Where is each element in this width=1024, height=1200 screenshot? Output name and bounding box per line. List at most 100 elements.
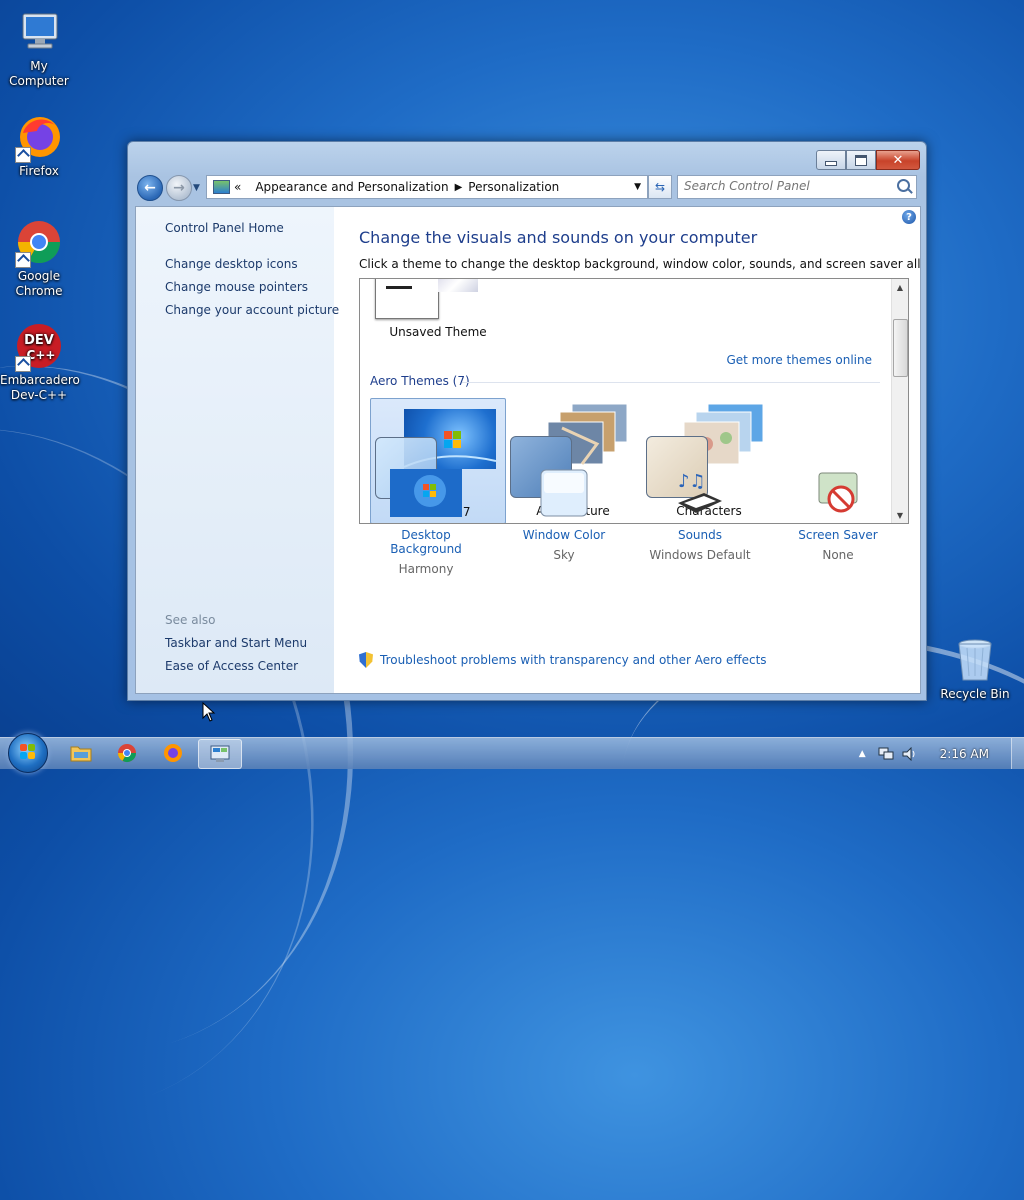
breadcrumb-personalization[interactable]: Personalization [468,180,559,194]
taskbar: ▲ 2:16 AM [0,733,1024,773]
control-panel-icon [210,745,230,762]
desktop-background-icon [390,469,462,519]
screen-saver-label[interactable]: Screen Saver [778,528,898,542]
uac-shield-icon [359,652,373,668]
personalization-window: ✕ ← → ▼ « Appearance and Personalization… [127,141,927,701]
back-arrow-icon: ← [144,180,156,196]
address-overflow-chevron[interactable]: « [234,180,241,194]
taskbar-control-panel[interactable] [198,739,242,769]
search-box[interactable] [677,175,917,199]
network-icon[interactable] [878,747,894,761]
troubleshoot-aero-link[interactable]: Troubleshoot problems with transparency … [359,652,767,668]
recycle-bin-icon [951,636,999,684]
troubleshoot-aero-label[interactable]: Troubleshoot problems with transparency … [380,653,767,667]
svg-text:DEV: DEV [24,333,54,348]
see-also-heading: See also [165,613,216,627]
address-dropdown-icon[interactable]: ▼ [634,182,641,192]
help-icon[interactable]: ? [902,210,916,224]
aero-themes-group-title: Aero Themes (7) [370,374,470,388]
svg-text:♪♫: ♪♫ [678,471,706,492]
system-tray: ▲ 2:16 AM [859,738,1024,769]
left-pane: Control Panel Home Change desktop icons … [136,207,339,693]
forward-arrow-icon: → [173,180,185,196]
desktop-icon-label: Google Chrome [15,269,63,298]
taskbar-firefox[interactable] [152,739,194,767]
desktop-icon-google-chrome[interactable]: Google Chrome [0,218,78,299]
start-button[interactable] [8,733,48,773]
recent-pages-dropdown[interactable]: ▼ [193,183,200,193]
breadcrumb-separator-icon[interactable]: ▶ [455,182,463,193]
control-panel-icon [213,180,230,194]
main-pane: ? Change the visuals and sounds on your … [334,207,920,693]
desktop-icon-firefox[interactable]: Firefox [0,113,78,179]
ease-of-access-link[interactable]: Ease of Access Center [165,659,298,673]
search-icon[interactable] [897,179,910,192]
taskbar-clock[interactable]: 2:16 AM [940,747,989,761]
content-area: Control Panel Home Change desktop icons … [135,206,921,694]
unsaved-theme-thumbnail[interactable] [375,279,478,319]
explorer-icon [70,746,92,762]
scroll-up-icon[interactable]: ▲ [892,279,908,295]
change-desktop-icons-link[interactable]: Change desktop icons [165,257,298,271]
minimize-icon [825,160,837,166]
desktop-background-option[interactable]: Desktop Background Harmony [366,469,486,576]
maximize-icon [855,154,867,166]
firefox-icon [164,744,182,762]
minimize-button[interactable] [816,150,846,170]
change-account-picture-link[interactable]: Change your account picture [165,303,339,317]
devcpp-icon: DEV C++ [15,322,63,372]
get-more-themes-link[interactable]: Get more themes online [726,353,872,367]
computer-icon [15,8,63,56]
sounds-icon: ♪♫ [674,469,726,519]
sounds-value: Windows Default [649,548,751,562]
screen-saver-value: None [822,548,854,562]
desktop-icon-label: Embarcadero Dev-C++ [0,373,80,402]
page-title: Change the visuals and sounds on your co… [359,228,758,247]
group-divider [462,382,880,383]
control-panel-home-link[interactable]: Control Panel Home [165,221,284,235]
window-color-icon [540,469,588,519]
desktop-icon-recycle-bin[interactable]: Recycle Bin [936,636,1014,702]
change-mouse-pointers-link[interactable]: Change mouse pointers [165,280,308,294]
page-description: Click a theme to change the desktop back… [359,257,921,271]
caption-buttons: ✕ [816,150,920,170]
scroll-thumb[interactable] [893,319,908,377]
desktop-icon-label: My Computer [9,59,69,88]
chrome-icon [118,744,136,763]
taskbar-start-menu-link[interactable]: Taskbar and Start Menu [165,636,307,650]
shortcut-arrow-icon [15,147,31,163]
desktop-icon-my-computer[interactable]: My Computer [0,8,78,89]
address-bar[interactable]: « Appearance and Personalization ▶ Perso… [206,175,648,199]
screen-saver-icon [813,469,863,519]
taskbar-chrome[interactable] [106,739,148,767]
desktop-icon-label: Recycle Bin [940,687,1010,701]
window-color-option[interactable]: Window Color Sky [504,469,624,562]
refresh-button[interactable]: ⇆ [648,175,672,199]
search-input[interactable] [678,176,890,196]
maximize-button[interactable] [846,150,876,170]
chrome-icon [15,218,63,268]
shortcut-arrow-icon [15,252,31,268]
desktop-background-label[interactable]: Desktop Background [366,528,486,556]
close-button[interactable]: ✕ [876,150,920,170]
show-hidden-icons-icon[interactable]: ▲ [859,749,866,759]
volume-icon[interactable] [902,746,918,761]
back-button[interactable]: ← [137,175,163,201]
firefox-icon [15,113,63,163]
shortcut-arrow-icon [15,356,31,372]
desktop-icon-label: Firefox [19,164,59,178]
navigation-bar: ← → ▼ « Appearance and Personalization ▶… [136,174,918,201]
unsaved-theme-label[interactable]: Unsaved Theme [378,325,498,339]
refresh-icon: ⇆ [654,180,666,194]
desktop-icon-devcpp[interactable]: DEV C++ Embarcadero Dev-C++ [0,322,80,403]
taskbar-explorer[interactable] [60,739,102,767]
forward-button[interactable]: → [166,175,192,201]
window-color-label[interactable]: Window Color [504,528,624,542]
sounds-option[interactable]: ♪♫ Sounds Windows Default [640,469,760,562]
desktop-background-value: Harmony [398,562,454,576]
sounds-label[interactable]: Sounds [640,528,760,542]
mouse-cursor-icon [202,702,216,722]
screen-saver-option[interactable]: Screen Saver None [778,469,898,562]
show-desktop-button[interactable] [1011,738,1024,769]
breadcrumb-appearance[interactable]: Appearance and Personalization [255,180,448,194]
